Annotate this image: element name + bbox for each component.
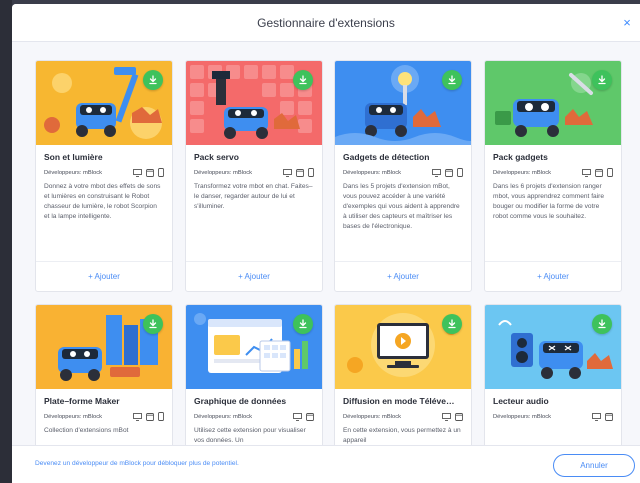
extension-thumbnail [36,305,172,389]
extension-description: Donnez à votre mbot des effets de sons e… [44,183,161,220]
dialog-footer: Devenez un développeur de mBlock pour dé… [12,445,640,483]
tablet-icon [306,412,314,421]
extension-card[interactable]: Pack gadgets Développeurs: mBlock Dans l… [484,60,622,292]
extension-manager-dialog: Gestionnaire d'extensions × Son et lumiè… [12,4,640,483]
tablet-icon [455,412,463,421]
tablet-icon [445,168,453,177]
phone-icon [158,168,164,177]
extension-thumbnail [186,305,322,389]
add-extension-button[interactable]: + Ajouter [186,261,322,291]
extension-card[interactable]: Pack servo Développeurs: mBlock Transfor… [185,60,323,292]
tablet-icon [605,412,613,421]
extension-description: Transformez votre mbot en chat. Faites–l… [194,183,313,210]
computer-icon [432,168,441,177]
extension-card[interactable]: Lecteur audio Développeurs: mBlock [484,304,622,445]
extension-description: Dans les 6 projets d'extension ranger mb… [493,183,605,220]
extension-title: Lecteur audio [493,396,549,406]
phone-icon [158,412,164,421]
become-developer-link[interactable]: Devenez un développeur de mBlock pour dé… [35,460,239,467]
dialog-header: Gestionnaire d'extensions × [12,4,640,42]
extension-thumbnail [485,305,621,389]
developer-label: Développeurs: mBlock [194,169,252,176]
extension-card[interactable]: Diffusion en mode Téléve… Développeurs: … [334,304,472,445]
developer-label: Développeurs: mBlock [194,413,252,420]
phone-icon [607,168,613,177]
computer-icon [582,168,591,177]
backdrop [0,0,12,483]
developer-label: Développeurs: mBlock [493,413,551,420]
computer-icon [442,412,451,421]
cancel-button[interactable]: Annuler [553,454,635,477]
download-icon[interactable] [592,314,612,334]
extension-title: Son et lumière [44,152,103,162]
extension-title: Plate–forme Maker [44,396,120,406]
extension-card[interactable]: Plate–forme Maker Développeurs: mBlock C… [35,304,173,445]
phone-icon [457,168,463,177]
extension-thumbnail [335,61,471,145]
computer-icon [133,412,142,421]
add-extension-button[interactable]: + Ajouter [335,261,471,291]
developer-label: Développeurs: mBlock [343,169,401,176]
tablet-icon [296,168,304,177]
computer-icon [133,168,142,177]
download-icon[interactable] [442,70,462,90]
extension-thumbnail [186,61,322,145]
computer-icon [592,412,601,421]
developer-label: Développeurs: mBlock [493,169,551,176]
add-extension-button[interactable]: + Ajouter [36,261,172,291]
extension-title: Pack servo [194,152,239,162]
tablet-icon [146,168,154,177]
computer-icon [293,412,302,421]
download-icon[interactable] [293,314,313,334]
extension-thumbnail [36,61,172,145]
download-icon[interactable] [143,70,163,90]
extension-card[interactable]: Graphique de données Développeurs: mBloc… [185,304,323,445]
extension-description: Utilisez cette extension pour visualiser… [194,427,306,444]
extension-title: Gadgets de détection [343,152,430,162]
extension-description: Collection d'extensions mBot [44,427,129,434]
developer-label: Développeurs: mBlock [44,169,102,176]
download-icon[interactable] [293,70,313,90]
developer-label: Développeurs: mBlock [343,413,401,420]
download-icon[interactable] [143,314,163,334]
extension-card[interactable]: Gadgets de détection Développeurs: mBloc… [334,60,472,292]
developer-label: Développeurs: mBlock [44,413,102,420]
extension-description: En cette extension, vous permettez à un … [343,427,461,444]
extension-description: Dans les 5 projets d'extension mBot, vou… [343,183,460,230]
extension-title: Diffusion en mode Téléve… [343,396,455,406]
extension-card[interactable]: Son et lumière Développeurs: mBlock Donn… [35,60,173,292]
extensions-grid: Son et lumière Développeurs: mBlock Donn… [12,42,640,445]
computer-icon [283,168,292,177]
close-icon[interactable]: × [620,16,634,30]
phone-icon [308,168,314,177]
extension-thumbnail [485,61,621,145]
extension-thumbnail [335,305,471,389]
add-extension-button[interactable]: + Ajouter [485,261,621,291]
dialog-title: Gestionnaire d'extensions [257,15,395,30]
extension-title: Pack gadgets [493,152,548,162]
tablet-icon [146,412,154,421]
download-icon[interactable] [442,314,462,334]
extension-title: Graphique de données [194,396,287,406]
download-icon[interactable] [592,70,612,90]
tablet-icon [595,168,603,177]
